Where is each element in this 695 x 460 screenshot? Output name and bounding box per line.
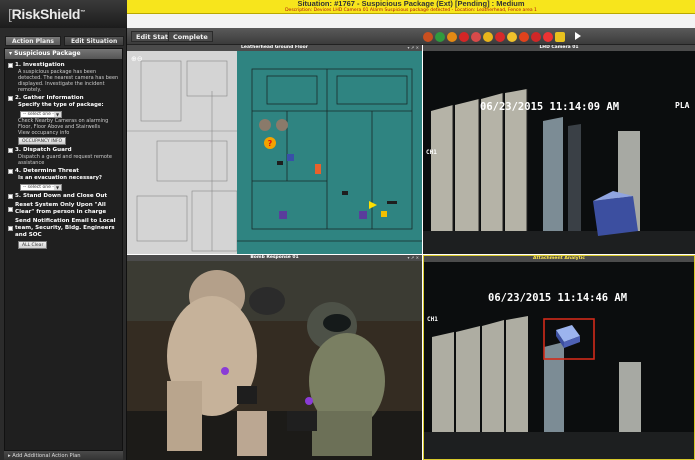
floorplan-map[interactable]: ? xyxy=(127,51,422,254)
sign-icon[interactable] xyxy=(555,31,565,42)
step-checkbox[interactable] xyxy=(8,96,13,101)
step-checkbox[interactable] xyxy=(8,169,13,174)
action-steps: 1. Investigation A suspicious package ha… xyxy=(5,59,122,254)
floorplan-pane: Leatherhead Ground Floor ▾ ↗ ✕ ? ⊕⊖ xyxy=(127,45,422,254)
chevron-down-icon: ▼ xyxy=(54,185,61,190)
step-gather-info: 2. Gather Information Specify the type o… xyxy=(8,95,119,145)
person-icon[interactable] xyxy=(435,31,445,42)
camera-pane-1: LHD Camera 01 06/23/2015 11:14:09 AM CH1… xyxy=(423,45,695,254)
pane-title: Attachment Analytic xyxy=(424,256,694,262)
camera-timestamp: 06/23/2015 11:14:46 AM xyxy=(488,292,628,304)
pane-title: LHD Camera 01 xyxy=(423,45,695,51)
step-question: Specify the type of package: xyxy=(18,102,104,108)
step-checkbox[interactable] xyxy=(8,226,13,231)
step-title: Send Notification Email to Local team, S… xyxy=(15,218,116,238)
evacuation-select[interactable]: -- select one -- ▼ xyxy=(20,184,62,191)
alert-icon[interactable] xyxy=(447,31,457,42)
floorplan-marker: ? xyxy=(268,139,273,148)
situation-title: Situation: #1767 - Suspicious Package (E… xyxy=(297,0,525,8)
logo-bar: [RiskShield™ xyxy=(0,0,127,28)
pane-controls[interactable]: ▾ ↗ ✕ xyxy=(408,45,420,51)
step-checkbox[interactable] xyxy=(8,206,13,212)
step-dispatch-guard: 3. Dispatch Guard Dispatch a guard and r… xyxy=(8,147,119,166)
pane-title: Bomb Response 01 ▾ ↗ ✕ xyxy=(127,255,422,261)
step-text: A suspicious package has been detected. … xyxy=(18,69,119,93)
exclamation-icon[interactable] xyxy=(543,31,553,42)
bomb-response-pane: Bomb Response 01 ▾ ↗ ✕ xyxy=(127,255,422,460)
tab-action-plans[interactable]: Action Plans xyxy=(5,36,61,46)
app-logo-text: RiskShield xyxy=(11,6,81,22)
chevron-down-icon: ▼ xyxy=(54,112,61,117)
step-determine-threat: 4. Determine Threat Is an evacuation nec… xyxy=(8,168,119,191)
gas-icon[interactable] xyxy=(423,31,433,42)
pane-controls[interactable]: ▾ ↗ ✕ xyxy=(408,255,420,261)
step-text: Check Nearby Cameras on alarming Floor, … xyxy=(18,118,109,130)
add-action-plan-label: Add Additional Action Plan xyxy=(12,453,81,459)
step-question: Is an evacuation necessary? xyxy=(18,175,102,181)
step-investigation: 1. Investigation A suspicious package ha… xyxy=(8,62,119,93)
camera-timestamp: 06/23/2015 11:14:09 AM xyxy=(480,101,620,113)
step-stand-down: 5. Stand Down and Close Out xyxy=(8,193,119,200)
camera-channel: CH1 xyxy=(426,149,437,156)
package-type-select[interactable]: -- select one -- ▼ xyxy=(20,111,62,118)
panel-title: Suspicious Package xyxy=(14,50,81,57)
camera-1-feed xyxy=(423,51,695,254)
cross-icon[interactable] xyxy=(495,31,505,42)
toolbar: Edit Status Complete xyxy=(127,28,695,45)
stop-icon[interactable] xyxy=(531,31,541,42)
hazard-icon[interactable] xyxy=(483,31,493,42)
step-title: Reset System Only Upon "All Clear" from … xyxy=(15,202,107,215)
step-send-notification: Send Notification Email to Local team, S… xyxy=(8,218,119,249)
camera-channel: CH1 xyxy=(427,316,438,323)
pane-title: Leatherhead Ground Floor ▾ ↗ ✕ xyxy=(127,45,422,51)
all-clear-button[interactable]: ALL Clear xyxy=(18,241,48,249)
fire-icon[interactable] xyxy=(459,31,469,42)
bomb-response-feed xyxy=(127,261,422,460)
step-checkbox[interactable] xyxy=(8,63,13,68)
add-action-plan[interactable]: ▸ Add Additional Action Plan xyxy=(4,450,123,460)
camera-overlay-text: PLA xyxy=(675,101,690,110)
step-title: 2. Gather Information xyxy=(15,95,84,101)
sidebar-tabs: Action Plans Edit Situation xyxy=(5,36,125,46)
tab-edit-situation[interactable]: Edit Situation xyxy=(63,36,125,46)
complete-button[interactable]: Complete xyxy=(168,31,213,42)
status-icon-strip xyxy=(423,30,565,43)
step-title: 5. Stand Down and Close Out xyxy=(15,193,108,199)
step-checkbox[interactable] xyxy=(8,194,13,199)
step-title: 3. Dispatch Guard xyxy=(15,147,72,153)
app-logo: [RiskShield™ xyxy=(8,6,85,22)
play-icon[interactable] xyxy=(575,32,581,40)
step-checkbox[interactable] xyxy=(8,148,13,153)
step-title: 1. Investigation xyxy=(15,62,65,68)
panel-header[interactable]: ▾ Suspicious Package xyxy=(5,49,122,59)
attachment-analytic-pane: Attachment Analytic 06/23/2015 11:14:46 … xyxy=(423,255,695,460)
medical-icon[interactable] xyxy=(471,31,481,42)
occupancy-info-button[interactable]: OCCUPANCY INFO xyxy=(18,137,67,145)
situation-description: Description: Devices LHD Camera 01 Alarm… xyxy=(285,8,537,13)
step-title: 4. Determine Threat xyxy=(15,168,79,174)
sidebar: Action Plans Edit Situation ▾ Suspicious… xyxy=(0,28,127,460)
triangle-icon[interactable] xyxy=(519,31,529,42)
occupancy-link-text: View occupancy info xyxy=(18,130,70,136)
situation-banner: Situation: #1767 - Suspicious Package (E… xyxy=(127,0,695,14)
warning-icon[interactable] xyxy=(507,31,517,42)
step-reset-system: Reset System Only Upon "All Clear" from … xyxy=(8,202,119,216)
zoom-controls[interactable]: ⊕⊖ xyxy=(131,55,143,63)
step-text: Dispatch a guard and request remote assi… xyxy=(18,154,112,166)
action-plan-panel: ▾ Suspicious Package 1. Investigation A … xyxy=(4,48,123,452)
